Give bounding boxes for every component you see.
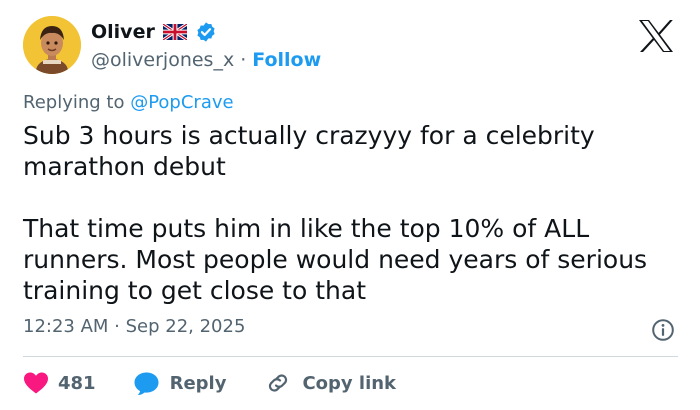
author-handle-row: @oliverjones_x · Follow: [91, 47, 321, 73]
action-bar: 481 Reply Copy link: [23, 368, 396, 398]
copy-link-button[interactable]: Copy link: [254, 371, 396, 395]
author-name[interactable]: Oliver: [91, 21, 155, 43]
replying-to: Replying to @PopCrave: [23, 92, 234, 113]
tweet-paragraph-2: That time puts him in like the top 10% o…: [23, 214, 648, 305]
link-icon: [265, 371, 291, 395]
handle-separator: ·: [240, 49, 247, 71]
info-icon[interactable]: [651, 318, 675, 342]
mention-link[interactable]: @PopCrave: [130, 92, 233, 113]
heart-icon: [23, 371, 49, 395]
like-button[interactable]: 481: [23, 371, 96, 395]
reply-button[interactable]: Reply: [123, 371, 227, 396]
author-handle[interactable]: @oliverjones_x: [91, 49, 234, 71]
divider: [23, 356, 678, 357]
x-logo-icon[interactable]: [637, 19, 675, 53]
author-name-row: Oliver: [91, 19, 217, 45]
speech-bubble-icon: [133, 371, 160, 396]
replying-to-label: Replying to: [23, 92, 131, 113]
uk-flag-icon: [162, 24, 187, 40]
avatar[interactable]: [23, 16, 81, 74]
like-count: 481: [58, 372, 96, 394]
tweet-text: Sub 3 hours is actually crazyyy for a ce…: [23, 120, 678, 306]
timestamp[interactable]: 12:23 AM · Sep 22, 2025: [23, 316, 245, 337]
reply-label: Reply: [169, 372, 227, 394]
verified-badge-icon: [195, 21, 217, 43]
copy-link-label: Copy link: [302, 372, 397, 394]
tweet-paragraph-1: Sub 3 hours is actually crazyyy for a ce…: [23, 121, 595, 181]
follow-button[interactable]: Follow: [252, 49, 321, 71]
